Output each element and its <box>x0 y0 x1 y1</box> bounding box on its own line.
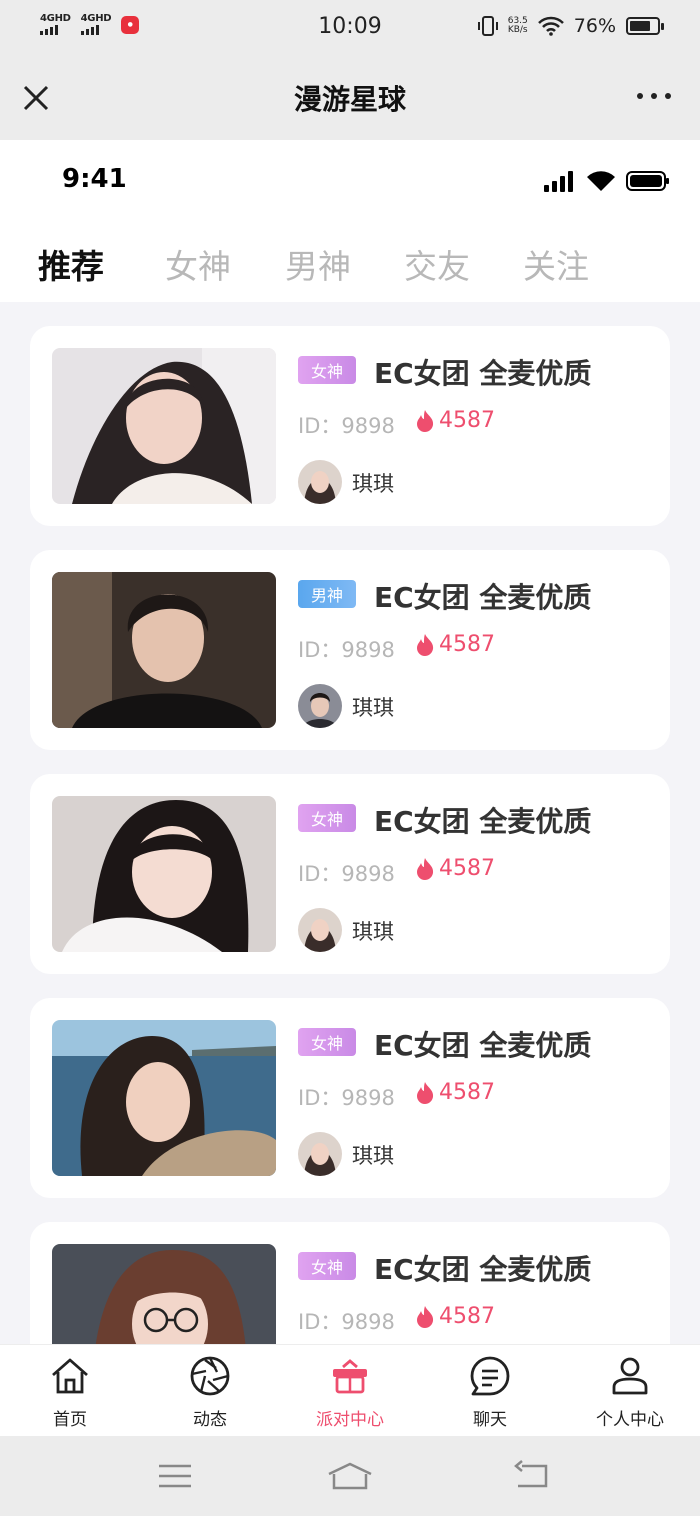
tab-profile[interactable]: 个人中心 <box>560 1345 700 1437</box>
tab-following[interactable]: 关注 <box>523 240 589 288</box>
more-icon[interactable] <box>634 86 674 106</box>
host-avatar[interactable] <box>298 908 342 952</box>
fire-icon <box>417 633 434 656</box>
chat-icon <box>470 1356 510 1396</box>
room-id: ID：9898 <box>298 862 395 886</box>
miniprogram-header: 漫游星球 <box>0 56 700 140</box>
tab-chat-label: 聊天 <box>473 1410 507 1430</box>
room-id: ID：9898 <box>298 414 395 438</box>
tab-goddess[interactable]: 女神 <box>165 240 231 288</box>
tab-chat[interactable]: 聊天 <box>420 1345 560 1437</box>
host-name: 琪琪 <box>352 472 394 496</box>
host-avatar[interactable] <box>298 460 342 504</box>
heat-count: 4587 <box>439 1304 495 1329</box>
fire-icon <box>417 1081 434 1104</box>
room-title: EC女团 全麦优质 <box>374 805 592 838</box>
heat-count: 4587 <box>439 1080 495 1105</box>
tab-home-label: 首页 <box>53 1410 87 1430</box>
system-navigation-bar <box>0 1436 700 1516</box>
fire-icon <box>417 409 434 432</box>
menu-icon[interactable] <box>155 1458 195 1494</box>
room-cover-image <box>52 348 276 504</box>
room-card[interactable]: 男神 EC女团 全麦优质 ID：9898 4587 琪琪 <box>30 550 670 750</box>
category-tag: 女神 <box>298 1028 356 1056</box>
wifi-icon <box>537 16 564 36</box>
room-heat: 4587 <box>414 408 495 433</box>
system-indicators: 63.5 KB/s 76% <box>477 14 664 38</box>
phone-screen: 4GHD 4GHD ● 10:09 63.5 KB/s 76% 漫游星球 9:4… <box>0 0 700 1516</box>
room-cover-image <box>52 572 276 728</box>
home-icon <box>52 1358 88 1394</box>
room-title: EC女团 全麦优质 <box>374 1029 592 1062</box>
room-title: EC女团 全麦优质 <box>374 1253 592 1286</box>
vibrate-icon <box>477 16 498 36</box>
heat-count: 4587 <box>439 408 495 433</box>
net-speed-unit: KB/s <box>507 25 528 35</box>
category-tag: 女神 <box>298 804 356 832</box>
room-card[interactable]: 女神 EC女团 全麦优质 ID：9898 4587 琪琪 <box>30 998 670 1198</box>
category-tag: 男神 <box>298 580 356 608</box>
category-tabs: 推荐 女神 男神 交友 关注 <box>0 222 700 302</box>
heat-count: 4587 <box>439 632 495 657</box>
host-avatar[interactable] <box>298 684 342 728</box>
tab-moments[interactable]: 动态 <box>140 1345 280 1437</box>
heat-count: 4587 <box>439 856 495 881</box>
tab-profile-label: 个人中心 <box>596 1410 664 1430</box>
room-heat: 4587 <box>414 856 495 881</box>
room-heat: 4587 <box>414 1080 495 1105</box>
system-status-bar: 4GHD 4GHD ● 10:09 63.5 KB/s 76% <box>0 0 700 56</box>
tab-moments-label: 动态 <box>193 1410 227 1430</box>
room-id: ID：9898 <box>298 638 395 662</box>
room-card[interactable]: 女神 EC女团 全麦优质 ID：9898 4587 琪琪 <box>30 326 670 526</box>
tab-god[interactable]: 男神 <box>285 240 351 288</box>
room-heat: 4587 <box>414 1304 495 1329</box>
net-speed: 63.5 KB/s <box>508 17 528 35</box>
bottom-tab-bar: 首页 动态 派对中心 聊天 个人中心 <box>0 1344 700 1436</box>
person-icon <box>612 1357 648 1395</box>
room-card[interactable]: 女神 EC女团 全麦优质 ID：9898 4587 琪琪 <box>30 774 670 974</box>
battery-icon <box>626 171 669 191</box>
aperture-icon <box>190 1356 230 1396</box>
tab-home[interactable]: 首页 <box>0 1345 140 1437</box>
cellular-icon <box>544 171 573 192</box>
back-icon[interactable] <box>512 1458 552 1494</box>
wifi-icon <box>587 171 615 191</box>
host-name: 琪琪 <box>352 1144 394 1168</box>
inner-status-bar: 9:41 <box>0 140 700 222</box>
tab-recommend[interactable]: 推荐 <box>38 240 104 288</box>
room-cover-image <box>52 1020 276 1176</box>
tab-party-center-label: 派对中心 <box>316 1410 384 1430</box>
room-title: EC女团 全麦优质 <box>374 357 592 390</box>
room-heat: 4587 <box>414 632 495 657</box>
tab-friends[interactable]: 交友 <box>404 240 470 288</box>
miniprogram-title: 漫游星球 <box>293 83 406 116</box>
room-id: ID：9898 <box>298 1310 395 1334</box>
fire-icon <box>417 857 434 880</box>
room-id: ID：9898 <box>298 1086 395 1110</box>
fire-icon <box>417 1305 434 1328</box>
battery-percent: 76% <box>573 15 616 37</box>
page-content: 9:41 推荐 女神 男神 交友 关注 女神 EC女团 全麦优质 ID：9898… <box>0 140 700 1436</box>
host-name: 琪琪 <box>352 696 394 720</box>
party-basket-icon <box>333 1359 367 1394</box>
tab-party-center[interactable]: 派对中心 <box>280 1345 420 1437</box>
battery-fill <box>630 21 650 31</box>
host-name: 琪琪 <box>352 920 394 944</box>
category-tag: 女神 <box>298 1252 356 1280</box>
category-tag: 女神 <box>298 356 356 384</box>
home-nav-icon[interactable] <box>326 1458 374 1494</box>
battery-icon <box>626 17 664 35</box>
room-cover-image <box>52 796 276 952</box>
inner-status-icons <box>544 170 670 192</box>
inner-status-time: 9:41 <box>62 164 127 194</box>
room-title: EC女团 全麦优质 <box>374 581 592 614</box>
host-avatar[interactable] <box>298 1132 342 1176</box>
